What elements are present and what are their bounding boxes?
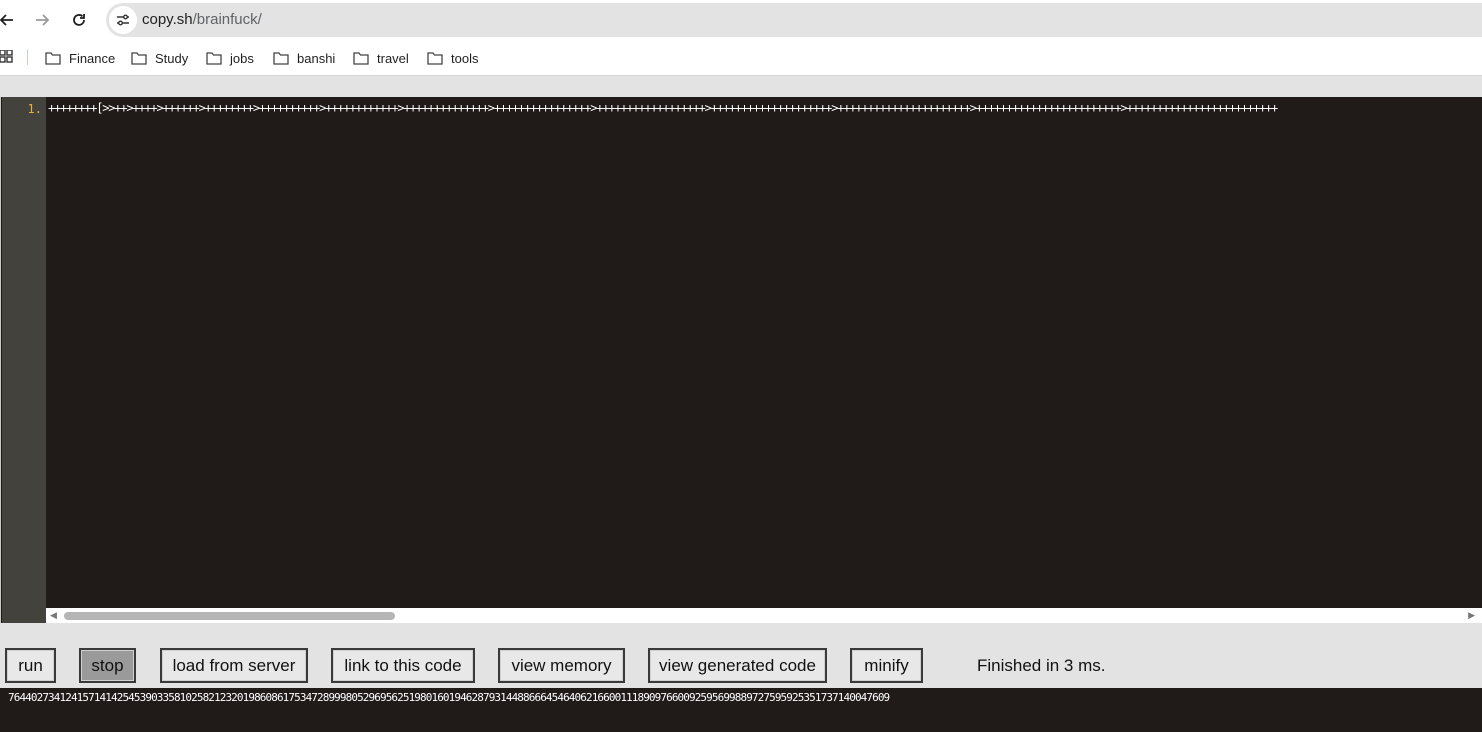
bookmark-study[interactable]: Study — [131, 48, 188, 68]
folder-icon — [353, 52, 369, 65]
folder-icon — [273, 52, 289, 65]
forward-button[interactable] — [28, 6, 56, 34]
bookmark-label: Finance — [69, 50, 116, 66]
arrow-right-icon — [36, 14, 50, 26]
scrollbar-thumb[interactable] — [64, 612, 395, 620]
page-background — [0, 77, 1482, 97]
browser-toolbar: copy.sh/brainfuck/ — [0, 0, 1482, 40]
folder-icon — [131, 52, 147, 65]
bookmarks-bar: Finance Study jobs banshi travel tools — [0, 40, 1482, 76]
url-text: copy.sh/brainfuck/ — [142, 11, 262, 28]
reload-button[interactable] — [65, 6, 93, 34]
output-text: 7644027341241571414254539033581025821232… — [8, 691, 890, 704]
bookmark-tools[interactable]: tools — [427, 48, 478, 68]
status-text: Finished in 3 ms. — [977, 656, 1106, 675]
scroll-left-icon[interactable]: ◀ — [50, 610, 57, 621]
bookmarks-separator — [27, 49, 28, 65]
site-settings-icon[interactable] — [109, 6, 137, 34]
address-bar[interactable]: copy.sh/brainfuck/ — [106, 3, 1482, 37]
bookmark-travel[interactable]: travel — [353, 48, 409, 68]
bookmark-label: tools — [451, 50, 479, 66]
link-to-code-button[interactable]: link to this code — [331, 648, 475, 683]
load-from-server-button[interactable]: load from server — [160, 648, 308, 683]
view-generated-code-button[interactable]: view generated code — [648, 648, 827, 683]
bookmark-finance[interactable]: Finance — [45, 48, 115, 68]
reload-icon — [73, 14, 85, 26]
folder-icon — [427, 52, 443, 65]
code-line[interactable]: ++++++++[>>++>++++>++++++>++++++++>+++++… — [48, 101, 1482, 115]
arrow-left-icon — [0, 14, 13, 26]
horizontal-scrollbar[interactable]: ◀ ▶ — [46, 608, 1482, 623]
bookmark-label: travel — [377, 50, 409, 66]
bookmark-banshi[interactable]: banshi — [273, 48, 335, 68]
controls-bar: run stop load from server link to this c… — [0, 623, 1482, 688]
folder-icon — [206, 52, 222, 65]
bookmark-label: Study — [155, 50, 189, 66]
back-button[interactable] — [0, 6, 21, 34]
bookmark-label: jobs — [230, 50, 254, 66]
scroll-right-icon[interactable]: ▶ — [1468, 610, 1475, 621]
folder-icon — [45, 52, 61, 65]
url-path: /brainfuck/ — [192, 11, 262, 28]
line-gutter: 1. — [2, 97, 46, 623]
line-number: 1. — [27, 102, 42, 116]
output-panel: 7644027341241571414254539033581025821232… — [0, 688, 1482, 732]
stop-button[interactable]: stop — [79, 648, 136, 683]
bookmark-jobs[interactable]: jobs — [206, 48, 254, 68]
url-host: copy.sh — [142, 11, 193, 28]
view-memory-button[interactable]: view memory — [498, 648, 625, 683]
minify-button[interactable]: minify — [850, 648, 923, 683]
apps-grid-icon[interactable] — [0, 50, 13, 63]
run-button[interactable]: run — [5, 648, 56, 683]
code-editor[interactable]: 1. ++++++++[>>++>++++>++++++>++++++++>++… — [0, 97, 1482, 623]
bookmark-label: banshi — [297, 50, 336, 66]
